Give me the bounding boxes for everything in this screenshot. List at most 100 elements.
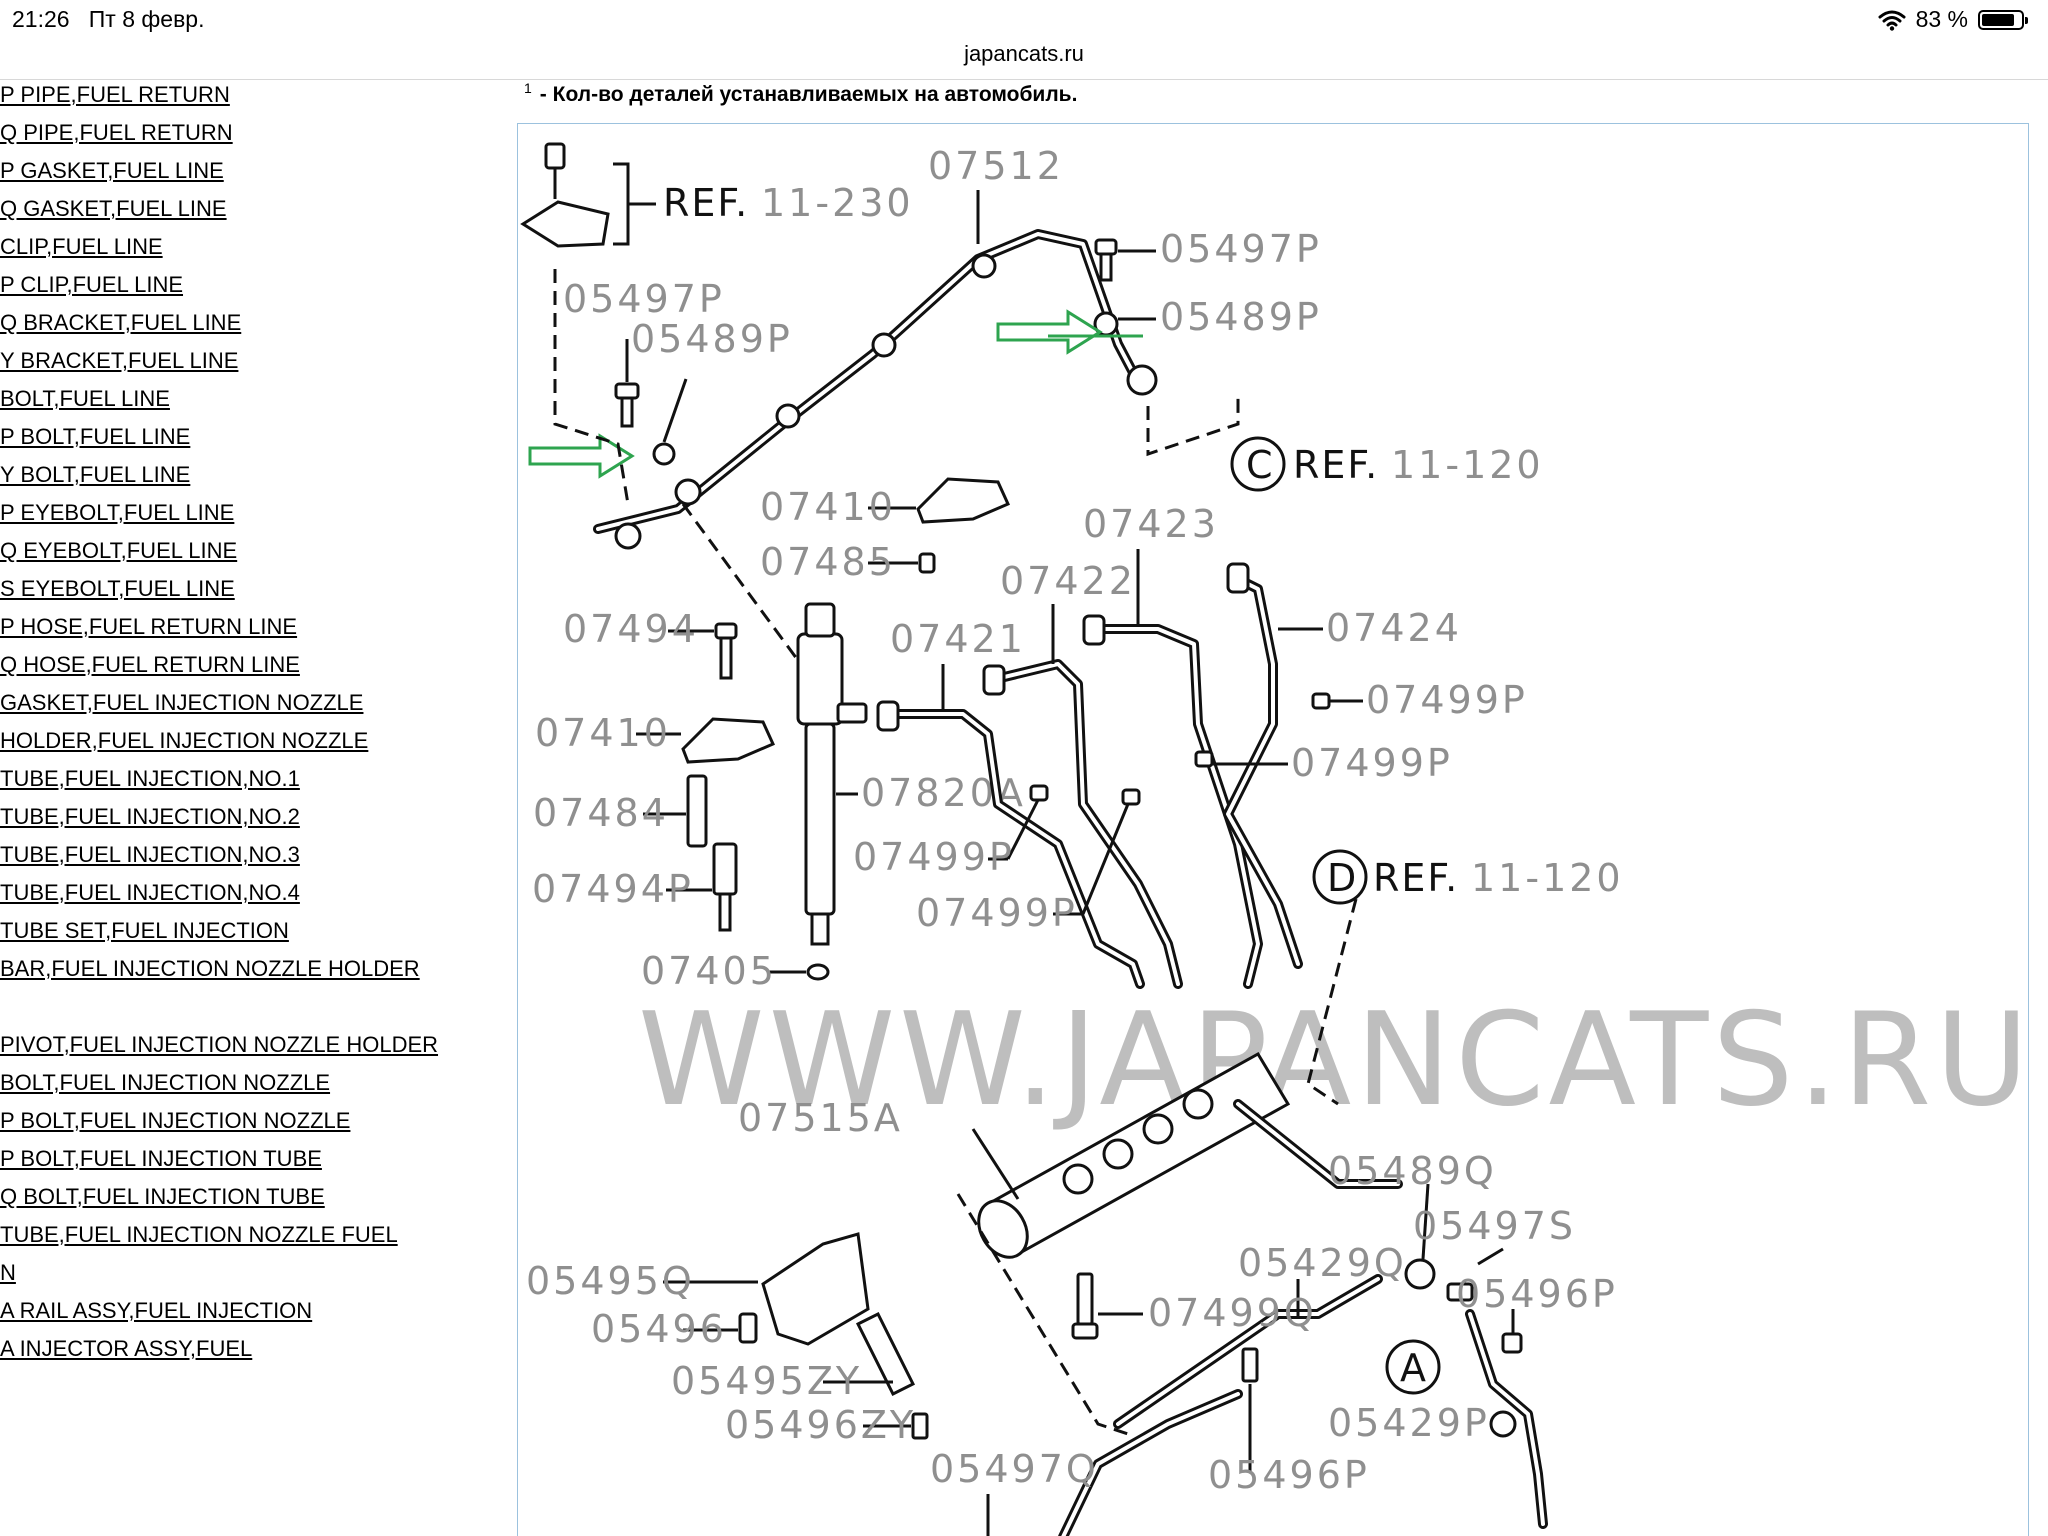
parts-list-item[interactable]: Q GASKET,FUEL LINE	[0, 194, 500, 232]
part-link[interactable]: Q BOLT,FUEL INJECTION TUBE	[0, 1184, 325, 1209]
parts-list-item[interactable]: TUBE,FUEL INJECTION,NO.4	[0, 878, 500, 916]
label-07499p-b: 07499P	[1291, 741, 1453, 785]
label-05496: 05496	[591, 1307, 727, 1351]
parts-list-item[interactable]: BOLT,FUEL INJECTION NOZZLE	[0, 1068, 500, 1106]
parts-list-item[interactable]: BAR,FUEL INJECTION NOZZLE HOLDER	[0, 954, 500, 992]
nozzle-holder-part-top	[916, 477, 1010, 524]
part-link[interactable]: BOLT,FUEL INJECTION NOZZLE	[0, 1070, 330, 1095]
part-link[interactable]: P HOSE,FUEL RETURN LINE	[0, 614, 297, 639]
label-05497p-right: 05497P	[1160, 227, 1322, 271]
part-link[interactable]: HOLDER,FUEL INJECTION NOZZLE	[0, 728, 368, 753]
part-link[interactable]: Q PIPE,FUEL RETURN	[0, 120, 233, 145]
parts-list-item[interactable]: Y BOLT,FUEL LINE	[0, 460, 500, 498]
part-link[interactable]: Q BRACKET,FUEL LINE	[0, 310, 241, 335]
parts-list-item[interactable]: TUBE SET,FUEL INJECTION	[0, 916, 500, 954]
parts-list-item[interactable]: GASKET,FUEL INJECTION NOZZLE	[0, 688, 500, 726]
parts-list-item[interactable]: S EYEBOLT,FUEL LINE	[0, 574, 500, 612]
part-link[interactable]: BAR,FUEL INJECTION NOZZLE HOLDER	[0, 956, 420, 981]
parts-list-item[interactable]: Q PIPE,FUEL RETURN	[0, 118, 500, 156]
parts-list-item[interactable]: A RAIL ASSY,FUEL INJECTION	[0, 1296, 500, 1334]
part-link[interactable]: P BOLT,FUEL LINE	[0, 424, 190, 449]
label-05497p-left: 05497P	[563, 277, 725, 321]
part-link[interactable]: BOLT,FUEL LINE	[0, 386, 170, 411]
ref-c-circle: C	[1246, 443, 1275, 487]
address-bar[interactable]: japancats.ru	[0, 40, 2048, 80]
note-superscript: 1	[524, 80, 532, 96]
part-link[interactable]: PIVOT,FUEL INJECTION NOZZLE HOLDER	[0, 1032, 438, 1057]
parts-list-item[interactable]: N	[0, 1258, 500, 1296]
ref-c-code: 11-120	[1391, 443, 1544, 487]
parts-list-item[interactable]: Q EYEBOLT,FUEL LINE	[0, 536, 500, 574]
parts-list: P PIPE,FUEL RETURN Q PIPE,FUEL RETURN P GA…	[0, 80, 500, 1372]
green-arrow-icon-top	[996, 309, 1103, 355]
parts-list-item[interactable]: Q BOLT,FUEL INJECTION TUBE	[0, 1182, 500, 1220]
parts-list-item[interactable]: P BOLT,FUEL INJECTION NOZZLE	[0, 1106, 500, 1144]
part-link[interactable]: Q HOSE,FUEL RETURN LINE	[0, 652, 300, 677]
part-link[interactable]: TUBE,FUEL INJECTION,NO.3	[0, 842, 300, 867]
label-07494p: 07494P	[532, 867, 694, 911]
part-link[interactable]: A INJECTOR ASSY,FUEL	[0, 1336, 252, 1361]
status-bar: 21:26 Пт 8 февр. 83 %	[0, 0, 2048, 40]
nozzle-holder-part-lower	[681, 717, 775, 764]
parts-list-item[interactable]: TUBE,FUEL INJECTION,NO.3	[0, 840, 500, 878]
part-link[interactable]: P CLIP,FUEL LINE	[0, 272, 183, 297]
part-link[interactable]: Y BRACKET,FUEL LINE	[0, 348, 238, 373]
parts-list-item[interactable]: PIVOT,FUEL INJECTION NOZZLE HOLDER	[0, 1030, 500, 1068]
parts-list-item[interactable]: Q BRACKET,FUEL LINE	[0, 308, 500, 346]
part-link[interactable]: GASKET,FUEL INJECTION NOZZLE	[0, 690, 363, 715]
label-07423: 07423	[1083, 502, 1219, 546]
part-link[interactable]: P PIPE,FUEL RETURN	[0, 82, 230, 107]
label-05429q: 05429Q	[1238, 1241, 1407, 1285]
battery-fill	[1982, 13, 2014, 26]
part-link[interactable]: P BOLT,FUEL INJECTION TUBE	[0, 1146, 322, 1171]
parts-list-item[interactable]: P CLIP,FUEL LINE	[0, 270, 500, 308]
parts-list-item[interactable]: P EYEBOLT,FUEL LINE	[0, 498, 500, 536]
part-link[interactable]: P BOLT,FUEL INJECTION NOZZLE	[0, 1108, 350, 1133]
parts-list-item[interactable]: P BOLT,FUEL INJECTION TUBE	[0, 1144, 500, 1182]
parts-list-item[interactable]: P PIPE,FUEL RETURN	[0, 80, 500, 118]
parts-diagram: WWW.JAPANCATS.RU REF. 11-230 07512 05497…	[517, 123, 2029, 1536]
parts-list-item[interactable]: HOLDER,FUEL INJECTION NOZZLE	[0, 726, 500, 764]
ref-11-230-prefix: REF.	[663, 181, 749, 225]
part-link[interactable]: Q GASKET,FUEL LINE	[0, 196, 227, 221]
part-link[interactable]: P EYEBOLT,FUEL LINE	[0, 500, 234, 525]
parts-list-item[interactable]: TUBE,FUEL INJECTION,NO.1	[0, 764, 500, 802]
part-link[interactable]: TUBE,FUEL INJECTION,NO.1	[0, 766, 300, 791]
part-link[interactable]: TUBE SET,FUEL INJECTION	[0, 918, 289, 943]
part-link[interactable]: S EYEBOLT,FUEL LINE	[0, 576, 235, 601]
parts-list-item[interactable]: P BOLT,FUEL LINE	[0, 422, 500, 460]
ref-d-prefix: REF.	[1373, 856, 1459, 900]
parts-list-item[interactable]: Q HOSE,FUEL RETURN LINE	[0, 650, 500, 688]
part-link[interactable]: Q EYEBOLT,FUEL LINE	[0, 538, 237, 563]
battery-icon	[1978, 9, 2028, 30]
label-05497q: 05497Q	[930, 1447, 1099, 1491]
bracket-part	[520, 142, 656, 248]
label-07499q: 07499Q	[1148, 1291, 1317, 1335]
status-date: Пт 8 февр.	[88, 6, 205, 32]
part-link[interactable]: N	[0, 1260, 16, 1285]
label-07499p-c: 07499P	[853, 835, 1015, 879]
label-05496p-right: 05496P	[1456, 1272, 1618, 1316]
label-07410-top: 07410	[760, 485, 896, 529]
parts-list-item[interactable]: P HOSE,FUEL RETURN LINE	[0, 612, 500, 650]
parts-list-item[interactable]: CLIP,FUEL LINE	[0, 232, 500, 270]
part-link[interactable]: TUBE,FUEL INJECTION,NO.2	[0, 804, 300, 829]
part-link[interactable]: TUBE,FUEL INJECTION,NO.4	[0, 880, 300, 905]
parts-list-item[interactable]: Y BRACKET,FUEL LINE	[0, 346, 500, 384]
parts-list-item[interactable]: TUBE,FUEL INJECTION NOZZLE FUEL	[0, 1220, 500, 1258]
parts-list-item[interactable]: A INJECTOR ASSY,FUEL	[0, 1334, 500, 1372]
label-05489p-left: 05489P	[631, 317, 793, 361]
part-link[interactable]: P GASKET,FUEL LINE	[0, 158, 224, 183]
label-05496p-lower: 05496P	[1208, 1453, 1370, 1497]
parts-list-item[interactable]: P GASKET,FUEL LINE	[0, 156, 500, 194]
label-07484: 07484	[533, 791, 669, 835]
parts-list-item[interactable]: TUBE,FUEL INJECTION,NO.2	[0, 802, 500, 840]
part-link[interactable]: TUBE,FUEL INJECTION NOZZLE FUEL	[0, 1222, 398, 1247]
ref-d-circle: D	[1327, 856, 1358, 900]
parts-list-item[interactable]: BOLT,FUEL LINE	[0, 384, 500, 422]
part-link[interactable]: A RAIL ASSY,FUEL INJECTION	[0, 1298, 312, 1323]
status-time: 21:26	[12, 6, 70, 32]
part-link[interactable]: Y BOLT,FUEL LINE	[0, 462, 190, 487]
label-07410-lower: 07410	[535, 711, 671, 755]
part-link[interactable]: CLIP,FUEL LINE	[0, 234, 163, 259]
